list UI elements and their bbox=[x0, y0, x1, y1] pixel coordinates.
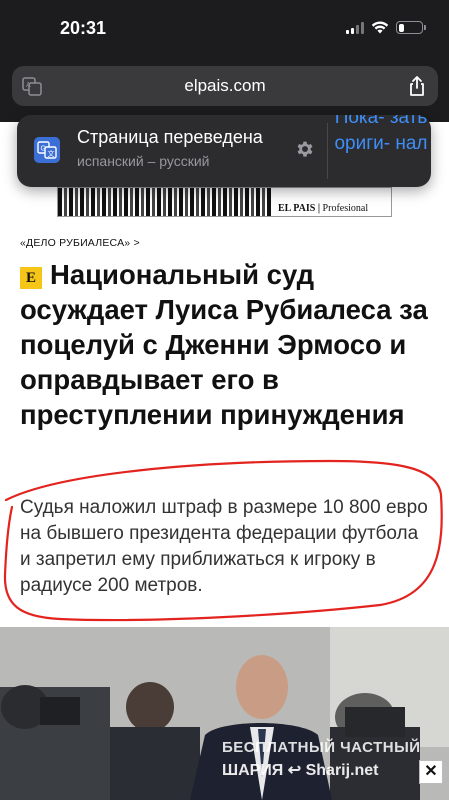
share-icon[interactable] bbox=[408, 75, 426, 97]
premium-badge: E bbox=[20, 267, 42, 289]
show-original-button[interactable]: Пока- зать ориги- нал bbox=[331, 115, 431, 157]
url-text[interactable]: elpais.com bbox=[12, 76, 438, 96]
breadcrumb[interactable]: «ДЕЛО РУБИАЛЕСА» > bbox=[20, 237, 140, 249]
article-subheadline: Судья наложил штраф в размере 10 800 евр… bbox=[20, 497, 428, 596]
svg-text:文: 文 bbox=[48, 149, 55, 158]
cellular-signal-icon bbox=[346, 21, 364, 34]
ad-image bbox=[58, 188, 273, 216]
headline-text: Национальный суд осуждает Луиса Рубиалес… bbox=[20, 259, 428, 430]
translation-banner: G 文 Страница переведена испанский – русс… bbox=[17, 115, 431, 187]
ad-brand: EL PAIS | Profesional bbox=[278, 203, 369, 214]
article-photo: БЕСПЛАТНЫЙ ЧАСТНЫЙ ШАРИЯ ↩ Sharij.net ✕ bbox=[0, 627, 449, 800]
browser-chrome: 20:31 A elpais.com bbox=[0, 0, 449, 122]
wifi-icon bbox=[371, 21, 389, 34]
battery-icon bbox=[396, 21, 426, 34]
ad-banner[interactable]: EL PAIS | Profesional bbox=[57, 187, 392, 217]
translate-icon: G 文 bbox=[34, 137, 60, 163]
article-headline: E Национальный суд осуждает Луиса Рубиале… bbox=[20, 257, 430, 432]
address-bar[interactable]: A elpais.com bbox=[12, 66, 438, 106]
svg-text:G: G bbox=[41, 146, 46, 153]
translation-title: Страница переведена bbox=[77, 127, 263, 147]
translation-languages: испанский – русский bbox=[77, 153, 210, 169]
status-time: 20:31 bbox=[60, 18, 107, 38]
gear-icon[interactable] bbox=[294, 138, 316, 160]
banner-divider bbox=[327, 123, 328, 179]
watermark-line-1: БЕСПЛАТНЫЙ ЧАСТНЫЙ bbox=[222, 739, 421, 756]
watermark-line-2: ШАРИЯ ↩ Sharij.net bbox=[222, 762, 379, 779]
close-ad-button[interactable]: ✕ bbox=[419, 760, 443, 784]
status-icons bbox=[346, 21, 426, 34]
